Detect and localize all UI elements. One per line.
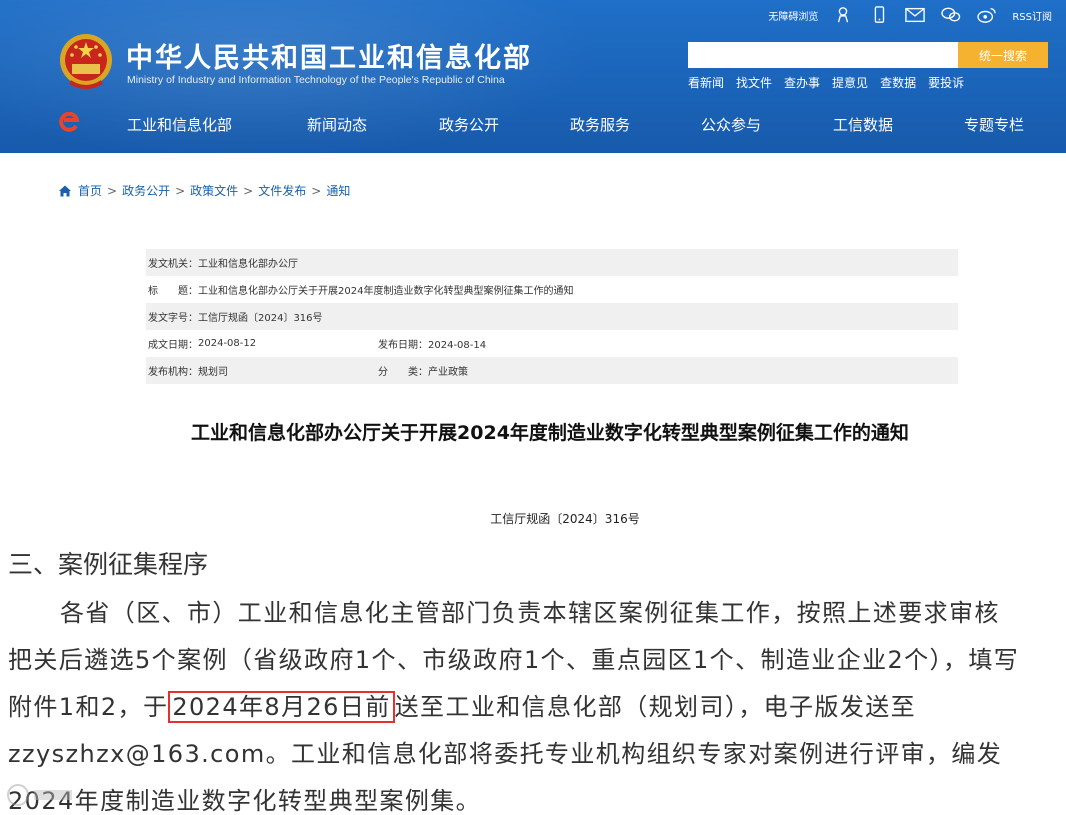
site-header: 无障碍浏览 RSS订阅 中华人民共和国工业和信息化部 Ministry of I… <box>0 0 1066 153</box>
meta-issuer: 工业和信息化部办公厅 <box>198 259 298 270</box>
watermark-logo-icon <box>7 784 72 806</box>
meta-published-group: 发布日期：2024-08-14 <box>378 336 486 351</box>
quick-links: 看新闻 找文件 查办事 提意见 查数据 要投诉 <box>688 74 964 91</box>
wechat-icon[interactable] <box>940 5 962 25</box>
quicklink-data[interactable]: 查数据 <box>880 74 916 91</box>
breadcrumb-policy-docs[interactable]: 政策文件 <box>190 182 238 199</box>
meta-written-date: 2024-08-12 <box>198 338 257 349</box>
mobile-icon[interactable] <box>868 5 890 25</box>
robot-icon[interactable] <box>832 5 854 25</box>
breadcrumb-separator: > <box>175 183 186 198</box>
breadcrumb-separator: > <box>311 183 322 198</box>
weibo-icon[interactable] <box>976 5 998 25</box>
body-line: 各省（区、市）工业和信息化主管部门负责本辖区案例征集工作，按照上述要求审核 <box>60 599 1000 627</box>
meta-row-title: 标 题： 工业和信息化部办公厅关于开展2024年度制造业数字化转型典型案例征集工… <box>146 276 958 303</box>
meta-row-org: 发布机构： 规划司 分 类：产业政策 <box>146 357 958 384</box>
nav-gov-affairs[interactable]: 政务公开 <box>439 114 499 135</box>
nav-data[interactable]: 工信数据 <box>833 114 893 135</box>
mail-icon[interactable] <box>904 5 926 25</box>
nav-news[interactable]: 新闻动态 <box>307 114 367 135</box>
breadcrumb-notice[interactable]: 通知 <box>326 182 350 199</box>
deadline-highlight: 2024年8月26日前 <box>168 691 395 723</box>
quicklink-feedback[interactable]: 提意见 <box>832 74 868 91</box>
quicklink-complaint[interactable]: 要投诉 <box>928 74 964 91</box>
meta-label: 成文日期： <box>148 340 198 351</box>
meta-row-issuer: 发文机关： 工业和信息化部办公厅 <box>146 249 958 276</box>
unified-search-button[interactable]: 统一搜索 <box>958 42 1048 68</box>
meta-label: 发文字号： <box>148 313 198 324</box>
meta-title: 工业和信息化部办公厅关于开展2024年度制造业数字化转型典型案例征集工作的通知 <box>198 286 574 297</box>
quicklink-news[interactable]: 看新闻 <box>688 74 724 91</box>
meta-row-dates: 成文日期： 2024-08-12 发布日期：2024-08-14 <box>146 330 958 357</box>
document-meta-table: 发文机关： 工业和信息化部办公厅 标 题： 工业和信息化部办公厅关于开展2024… <box>146 249 958 384</box>
quicklink-files[interactable]: 找文件 <box>736 74 772 91</box>
body-text-segment: 附件1和2，于 <box>8 693 169 721</box>
meta-label: 发布机构： <box>148 367 198 378</box>
meta-published-date: 2024-08-14 <box>428 340 487 351</box>
body-line: 附件1和2，于 2024年8月26日前 送至工业和信息化部（规划司），电子版发送至 <box>8 684 1063 731</box>
meta-docno: 工信厅规函〔2024〕316号 <box>198 313 323 324</box>
meta-category-group: 分 类：产业政策 <box>378 363 468 378</box>
body-line: 把关后遴选5个案例（省级政府1个、市级政府1个、重点园区1个、制造业企业2个），… <box>8 646 1020 674</box>
meta-label: 发文机关： <box>148 259 198 270</box>
nav-ministry[interactable]: 工业和信息化部 <box>127 114 232 135</box>
breadcrumb: 首页 > 政务公开 > 政策文件 > 文件发布 > 通知 <box>58 182 350 199</box>
ministry-title-en: Ministry of Industry and Information Tec… <box>127 74 505 86</box>
document-number: 工信厅规函〔2024〕316号 <box>490 512 640 526</box>
meta-label: 分 类： <box>378 367 428 378</box>
nav-public-participation[interactable]: 公众参与 <box>701 114 761 135</box>
breadcrumb-separator: > <box>243 183 254 198</box>
meta-category: 产业政策 <box>428 367 468 378</box>
ministry-title-cn[interactable]: 中华人民共和国工业和信息化部 <box>126 36 532 75</box>
quicklink-services[interactable]: 查办事 <box>784 74 820 91</box>
breadcrumb-doc-release[interactable]: 文件发布 <box>258 182 306 199</box>
breadcrumb-separator: > <box>107 183 118 198</box>
home-icon <box>59 185 71 196</box>
main-nav: 工业和信息化部 新闻动态 政务公开 政务服务 公众参与 工信数据 专题专栏 <box>0 106 1066 142</box>
search-bar: 统一搜索 <box>688 42 1048 68</box>
breadcrumb-home[interactable]: 首页 <box>78 182 102 199</box>
breadcrumb-gov-affairs[interactable]: 政务公开 <box>122 182 170 199</box>
body-text-segment: 送至工业和信息化部（规划司），电子版发送至 <box>394 693 917 721</box>
body-line: 2024年度制造业数字化转型典型案例集。 <box>8 787 482 815</box>
meta-label: 发布日期： <box>378 340 428 351</box>
document-body: 各省（区、市）工业和信息化主管部门负责本辖区案例征集工作，按照上述要求审核 把关… <box>8 590 1063 815</box>
section-heading: 三、案例征集程序 <box>8 550 209 579</box>
accessibility-link[interactable]: 无障碍浏览 <box>768 8 818 23</box>
e-gov-logo-icon[interactable] <box>58 112 80 134</box>
rss-link[interactable]: RSS订阅 <box>1012 8 1052 23</box>
meta-row-docno: 发文字号： 工信厅规函〔2024〕316号 <box>146 303 958 330</box>
meta-org: 规划司 <box>198 367 228 378</box>
top-utility-bar: 无障碍浏览 RSS订阅 <box>768 4 1052 26</box>
national-emblem-icon <box>60 34 112 89</box>
search-input[interactable] <box>688 42 958 68</box>
nav-gov-services[interactable]: 政务服务 <box>570 114 630 135</box>
meta-label: 标 题： <box>148 286 198 297</box>
body-line: zzyszhzx@163.com。工业和信息化部将委托专业机构组织专家对案例进行… <box>8 740 1003 768</box>
document-title: 工业和信息化部办公厅关于开展2024年度制造业数字化转型典型案例征集工作的通知 <box>191 422 909 444</box>
nav-special-topics[interactable]: 专题专栏 <box>964 114 1024 135</box>
